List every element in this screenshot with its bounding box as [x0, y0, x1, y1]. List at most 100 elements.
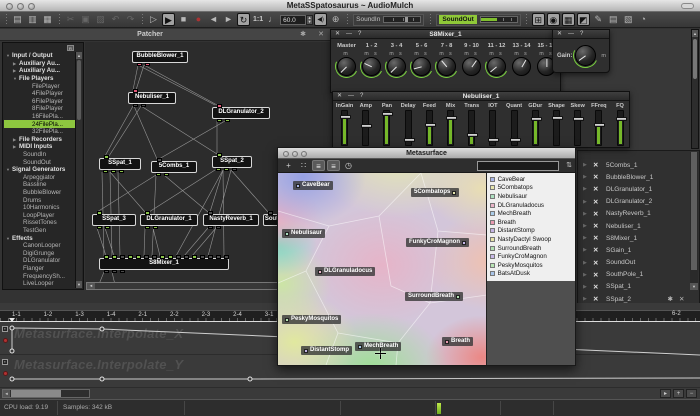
- snapshot-surface-label[interactable]: Breath: [442, 337, 473, 346]
- patcher-close-icon[interactable]: ✕: [318, 31, 324, 39]
- snapshot-row[interactable]: SurroundBreath: [490, 244, 575, 253]
- snapshot-surface-label[interactable]: PeskyMosquitos: [282, 315, 341, 324]
- patcher-node[interactable]: DLGranulator_1: [140, 214, 198, 226]
- delete-x-icon[interactable]: ✕: [593, 185, 606, 193]
- disclosure-triangle-icon[interactable]: ▶: [583, 235, 593, 241]
- palette-tree-item[interactable]: 32FilePla...: [4, 128, 76, 136]
- metasurface-titlebar[interactable]: Metasurface: [278, 148, 575, 159]
- palette-scrollbar[interactable]: ▲ ▼: [75, 52, 82, 288]
- mute-solo-buttons[interactable]: m s: [459, 50, 484, 57]
- soundin-slider[interactable]: [383, 16, 421, 23]
- play-small-icon[interactable]: ▸: [660, 389, 671, 398]
- snapshot-surface-label[interactable]: Nebulisaur: [282, 229, 325, 238]
- channel-gain-knob[interactable]: [412, 57, 431, 76]
- loop-button[interactable]: ↻: [237, 13, 250, 26]
- palette-tree-item[interactable]: BubbleBlower: [4, 189, 76, 197]
- save-file-icon[interactable]: ▦: [41, 13, 54, 26]
- cut-icon[interactable]: ✂: [64, 13, 77, 26]
- snapshot-row[interactable]: DLGranuladocus: [490, 201, 575, 210]
- scrollbar-thumb[interactable]: [11, 390, 61, 397]
- window-close-icon[interactable]: ✕: [557, 31, 562, 38]
- slider-handle[interactable]: [510, 138, 521, 142]
- node-port[interactable]: [141, 104, 146, 108]
- delete-x-icon[interactable]: ✕: [593, 234, 606, 242]
- node-port[interactable]: [217, 119, 222, 123]
- scroll-left-icon[interactable]: ◄: [87, 283, 95, 289]
- snapshot-row[interactable]: FunkyCroMagnon: [490, 252, 575, 261]
- window-help-icon[interactable]: ?: [358, 31, 361, 38]
- zoom-in-icon[interactable]: +: [673, 389, 684, 398]
- palette-tree-item[interactable]: 8FilePlayer: [4, 105, 76, 113]
- disclosure-triangle-icon[interactable]: ▶: [583, 284, 593, 290]
- scroll-up-icon[interactable]: ▲: [76, 52, 82, 59]
- patcher-node[interactable]: DLGranulator_2: [212, 107, 270, 119]
- snapshot-surface-label[interactable]: SurroundBreath: [405, 292, 463, 301]
- node-port[interactable]: [208, 255, 213, 259]
- patcher-node[interactable]: SSpat_3: [92, 214, 136, 226]
- slider-handle[interactable]: [340, 115, 351, 119]
- snapshot-surface-label[interactable]: CaveBear: [293, 181, 333, 190]
- param-slider[interactable]: [595, 110, 602, 146]
- node-port[interactable]: [217, 104, 222, 108]
- param-slider[interactable]: [362, 110, 369, 146]
- node-port[interactable]: [111, 170, 116, 174]
- node-port[interactable]: [152, 255, 157, 259]
- slider-handle[interactable]: [594, 123, 605, 127]
- undo-icon[interactable]: ↶: [109, 13, 122, 26]
- palette-tree-item[interactable]: ▼ Effects: [4, 234, 76, 242]
- palette-tree-item[interactable]: ▼ Input / Output: [4, 52, 76, 60]
- track-y-enable-checkbox[interactable]: ▪: [2, 359, 8, 365]
- contraption-row[interactable]: ▶ ✕ S8Mixer_1: [578, 232, 699, 244]
- node-port[interactable]: [184, 255, 189, 259]
- node-port[interactable]: [232, 168, 237, 172]
- node-port[interactable]: [208, 226, 213, 230]
- palette-tree-item[interactable]: DigiGrunge: [4, 249, 76, 257]
- toolbar-drag-handle[interactable]: [525, 14, 529, 26]
- window-close-icon[interactable]: ✕: [335, 31, 340, 38]
- param-slider[interactable]: [383, 110, 390, 146]
- node-port[interactable]: [225, 119, 230, 123]
- node-port[interactable]: [200, 255, 205, 259]
- tempo-stepper[interactable]: ▲▼: [306, 15, 313, 25]
- dock-scrollbar[interactable]: ▲: [691, 29, 699, 149]
- palette-tree-item[interactable]: LiveLooper: [4, 280, 76, 288]
- disclosure-triangle-icon[interactable]: ▶: [583, 296, 593, 302]
- delete-x-icon[interactable]: ✕: [593, 161, 606, 169]
- palette-tree-item[interactable]: LoopPlayer: [4, 211, 76, 219]
- channel-gain-knob[interactable]: [437, 57, 456, 76]
- contraption-scrollbar[interactable]: ▼: [690, 152, 698, 290]
- disclosure-triangle-icon[interactable]: ▶: [583, 199, 593, 205]
- palette-tree-item[interactable]: 24FilePla...: [4, 120, 76, 128]
- node-port[interactable]: [104, 270, 109, 274]
- interpolation-crosshair[interactable]: [375, 348, 386, 359]
- slider-handle[interactable]: [404, 138, 415, 142]
- param-slider[interactable]: [341, 110, 348, 146]
- node-port[interactable]: [133, 104, 138, 108]
- add-snapshot-icon[interactable]: +: [282, 160, 295, 171]
- view-automation-button[interactable]: ▦: [562, 13, 575, 26]
- delete-x-icon[interactable]: ✕: [593, 210, 606, 218]
- node-port[interactable]: [217, 153, 222, 157]
- nebuliser-window-titlebar[interactable]: ✕ — ? Nebuliser_1: [333, 92, 629, 101]
- disclosure-triangle-icon[interactable]: ▶: [583, 260, 593, 266]
- delete-x-icon[interactable]: ✕: [593, 283, 606, 291]
- disclosure-triangle-icon[interactable]: ▶: [583, 162, 593, 168]
- slider-handle[interactable]: [467, 133, 478, 137]
- palette-tree-item[interactable]: ▶ MIDI Inputs: [4, 143, 76, 151]
- palette-tree-item[interactable]: Drums: [4, 196, 76, 204]
- slider-handle[interactable]: [488, 138, 499, 142]
- snapshot-surface-label[interactable]: 5Combatops: [411, 188, 459, 197]
- soundout-label[interactable]: SoundOut: [439, 15, 476, 24]
- open-file-icon[interactable]: ▥: [26, 13, 39, 26]
- play-outline-icon[interactable]: ▷: [147, 13, 160, 26]
- palette-tree-item[interactable]: SoundOut: [4, 158, 76, 166]
- node-port[interactable]: [160, 255, 165, 259]
- snapshot-surface-label[interactable]: DLGranuladocus: [315, 267, 375, 276]
- palette-tree-item[interactable]: 16FilePla...: [4, 113, 76, 121]
- node-port[interactable]: [157, 158, 162, 162]
- contraption-row[interactable]: ▶ ✕ DLGranulator_1: [578, 183, 699, 195]
- toolbar-drag-handle[interactable]: [57, 14, 61, 26]
- redo-icon[interactable]: ↷: [124, 13, 137, 26]
- toolbar-drag-handle[interactable]: [4, 14, 8, 26]
- palette-tree-item[interactable]: FilePlayer: [4, 82, 76, 90]
